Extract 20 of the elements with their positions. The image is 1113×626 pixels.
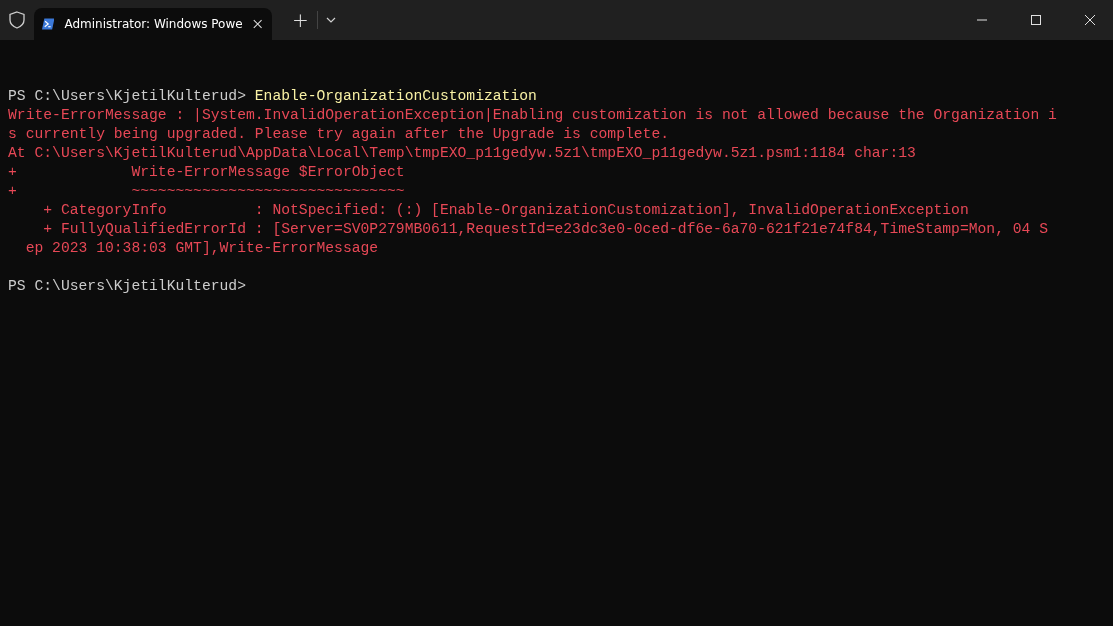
powershell-icon <box>42 17 55 31</box>
error-text: ep 2023 10:38:03 GMT],Write-ErrorMessage <box>24 240 379 256</box>
prompt-text: PS C:\Users\KjetilKulterud> <box>8 88 247 104</box>
error-text: + CategoryInfo : NotSpecified: (:) [Enable-OrganizationCustomization], InvalidOperationException <box>42 202 969 218</box>
new-tab-button[interactable]: + <box>286 8 315 32</box>
prompt-text: PS C:\Users\KjetilKulterud> <box>8 278 246 294</box>
tab-title: Administrator: Windows Powe <box>64 17 243 31</box>
error-text: + FullyQualifiedErrorId : [Server=SV0P279MB0611,RequestId=e23dc3e0-0ced-df6e-6a70-621f21e74f84,TimeStamp=Mon, 04 S <box>42 221 1049 237</box>
error-text: + Write-ErrorMessage $ErrorObject <box>8 164 405 180</box>
shield-icon[interactable] <box>9 11 25 29</box>
error-text: + ~~~~~~~~~~~~~~~~~~~~~~~~~~~~~~~ <box>8 183 405 199</box>
dropdown-icon[interactable] <box>325 17 336 23</box>
close-icon[interactable] <box>252 18 262 30</box>
maximize-icon[interactable] <box>1031 15 1041 25</box>
error-text: Write-ErrorMessage : |System.InvalidOperationException|Enabling customization is not allowed because the Organization i <box>8 107 1057 123</box>
terminal-tab[interactable]: Administrator: Windows Powe <box>34 8 272 40</box>
error-text: s currently being upgraded. Please try again after the Upgrade is complete. <box>8 126 670 142</box>
close-icon[interactable] <box>1085 15 1095 25</box>
error-text: At C:\Users\KjetilKulterud\AppData\Local\Temp\tmpEXO_p11gedyw.5z1\tmpEXO_p11gedyw.5z1.psm1:1184 char:13 <box>8 145 916 161</box>
command-text: Enable-OrganizationCustomization <box>254 88 537 104</box>
